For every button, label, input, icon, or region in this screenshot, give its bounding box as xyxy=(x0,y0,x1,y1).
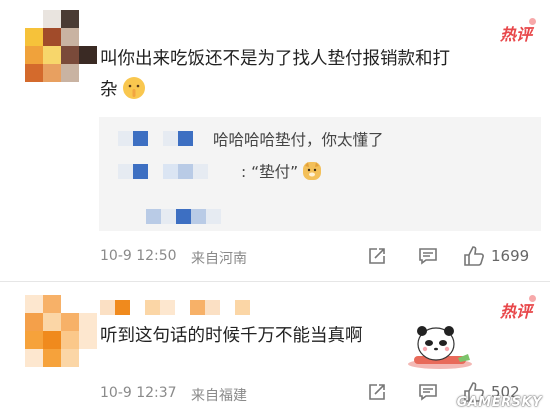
comment-time-2: 10-9 12:37 xyxy=(100,385,177,401)
hot-comment-badge: 热评 xyxy=(500,18,537,45)
share-icon[interactable] xyxy=(367,246,387,270)
like-icon[interactable] xyxy=(463,245,485,271)
username-blur-2 xyxy=(100,297,250,316)
comment-text-2: 听到这句话的时候千万不能当真啊 xyxy=(100,326,363,346)
comment-divider xyxy=(0,281,550,282)
quote-line-2: : “垫付” xyxy=(241,160,322,182)
like-count: 1699 xyxy=(491,247,530,265)
reply-icon-2[interactable] xyxy=(418,382,438,406)
comment-text: 叫你出来吃饭还不是为了找人垫付报销款和打 杂 xyxy=(100,44,540,106)
shush-emoji-icon xyxy=(123,77,146,99)
comment-text-line2: 杂 xyxy=(100,80,118,100)
comment-location-2: 来自福建 xyxy=(191,388,247,404)
quote-username-blur xyxy=(118,128,193,147)
quote-line-1: 哈哈哈哈垫付，你太懂了 xyxy=(213,131,384,149)
share-icon-2[interactable] xyxy=(367,382,387,406)
doge-emoji-icon xyxy=(303,162,322,180)
quote-line-2-text: : “垫付” xyxy=(241,163,299,181)
reply-icon[interactable] xyxy=(418,246,438,270)
avatar-2[interactable] xyxy=(25,295,97,367)
quote-username-blur-2 xyxy=(118,161,223,180)
panda-sticker-icon xyxy=(400,318,474,374)
comment-location: 来自河南 xyxy=(191,251,247,267)
comment-time: 10-9 12:50 xyxy=(100,248,177,264)
watermark-logo: GAMERSKY xyxy=(456,395,542,410)
quote-blurred-row xyxy=(146,206,221,225)
hot-comment-badge-2: 热评 xyxy=(500,295,537,322)
comment-text-line1: 叫你出来吃饭还不是为了找人垫付报销款和打 xyxy=(100,49,450,69)
avatar[interactable] xyxy=(25,10,97,82)
